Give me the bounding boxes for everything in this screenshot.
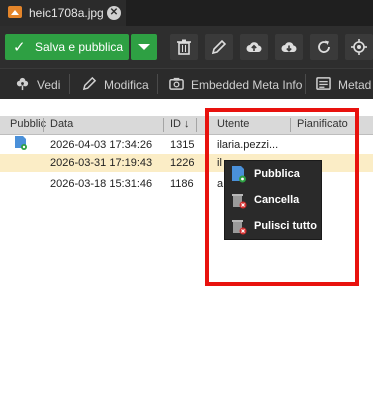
save-and-publish-label: Salva e pubblica <box>35 40 124 54</box>
upload-button[interactable] <box>240 34 268 60</box>
cell-id: 1226 <box>170 157 195 169</box>
pencil-icon <box>82 76 97 91</box>
column-divider[interactable] <box>163 118 164 132</box>
cell-id: 1186 <box>170 178 194 190</box>
file-tab[interactable]: heic1708a.jpg ✕ <box>0 0 126 26</box>
crosshair-icon <box>351 39 367 55</box>
focus-button[interactable] <box>345 34 373 60</box>
edit-label: Modifica <box>104 78 149 92</box>
refresh-icon <box>318 40 330 53</box>
delete-button[interactable] <box>170 34 198 60</box>
cloud-upload-icon <box>246 42 262 53</box>
column-header-data[interactable]: Data <box>50 118 73 130</box>
view-label: Vedi <box>37 78 61 92</box>
metadata-label: Metad <box>338 78 372 92</box>
edit-button[interactable] <box>205 34 233 60</box>
toolbar: ✓ Salva e pubblica <box>0 26 373 68</box>
cloud-download-icon <box>281 42 297 53</box>
published-icon <box>15 136 27 150</box>
column-divider[interactable] <box>196 118 197 132</box>
flower-icon <box>16 77 29 91</box>
view-bar: Vedi Modifica Embedded Meta Info Metad <box>0 68 373 99</box>
trash-icon <box>177 39 191 55</box>
highlight-annotation <box>205 108 359 286</box>
divider <box>69 74 70 94</box>
close-tab-button[interactable]: ✕ <box>107 6 121 20</box>
divider <box>305 74 306 94</box>
save-dropdown-button[interactable] <box>131 34 157 60</box>
download-button[interactable] <box>275 34 303 60</box>
cell-data: 2026-03-18 15:31:46 <box>50 178 153 190</box>
metadata-icon <box>316 77 331 90</box>
embedded-meta-info-label: Embedded Meta Info <box>191 78 303 92</box>
save-and-publish-button[interactable]: ✓ Salva e pubblica <box>5 34 129 60</box>
column-header-pubblic[interactable]: Pubblic <box>10 118 46 130</box>
divider <box>157 74 158 94</box>
check-icon: ✓ <box>13 39 26 56</box>
image-file-icon <box>8 6 22 18</box>
column-divider[interactable] <box>43 118 44 132</box>
cell-data: 2026-04-03 17:34:26 <box>50 139 153 151</box>
tab-bar: heic1708a.jpg ✕ <box>0 0 373 26</box>
camera-icon <box>169 77 184 90</box>
refresh-button[interactable] <box>310 34 338 60</box>
pencil-icon <box>211 39 227 55</box>
column-header-id[interactable]: ID ↓ <box>170 118 190 130</box>
cell-id: 1315 <box>170 139 195 151</box>
tab-title: heic1708a.jpg <box>29 6 104 20</box>
cell-data: 2026-03-31 17:19:43 <box>50 157 153 169</box>
